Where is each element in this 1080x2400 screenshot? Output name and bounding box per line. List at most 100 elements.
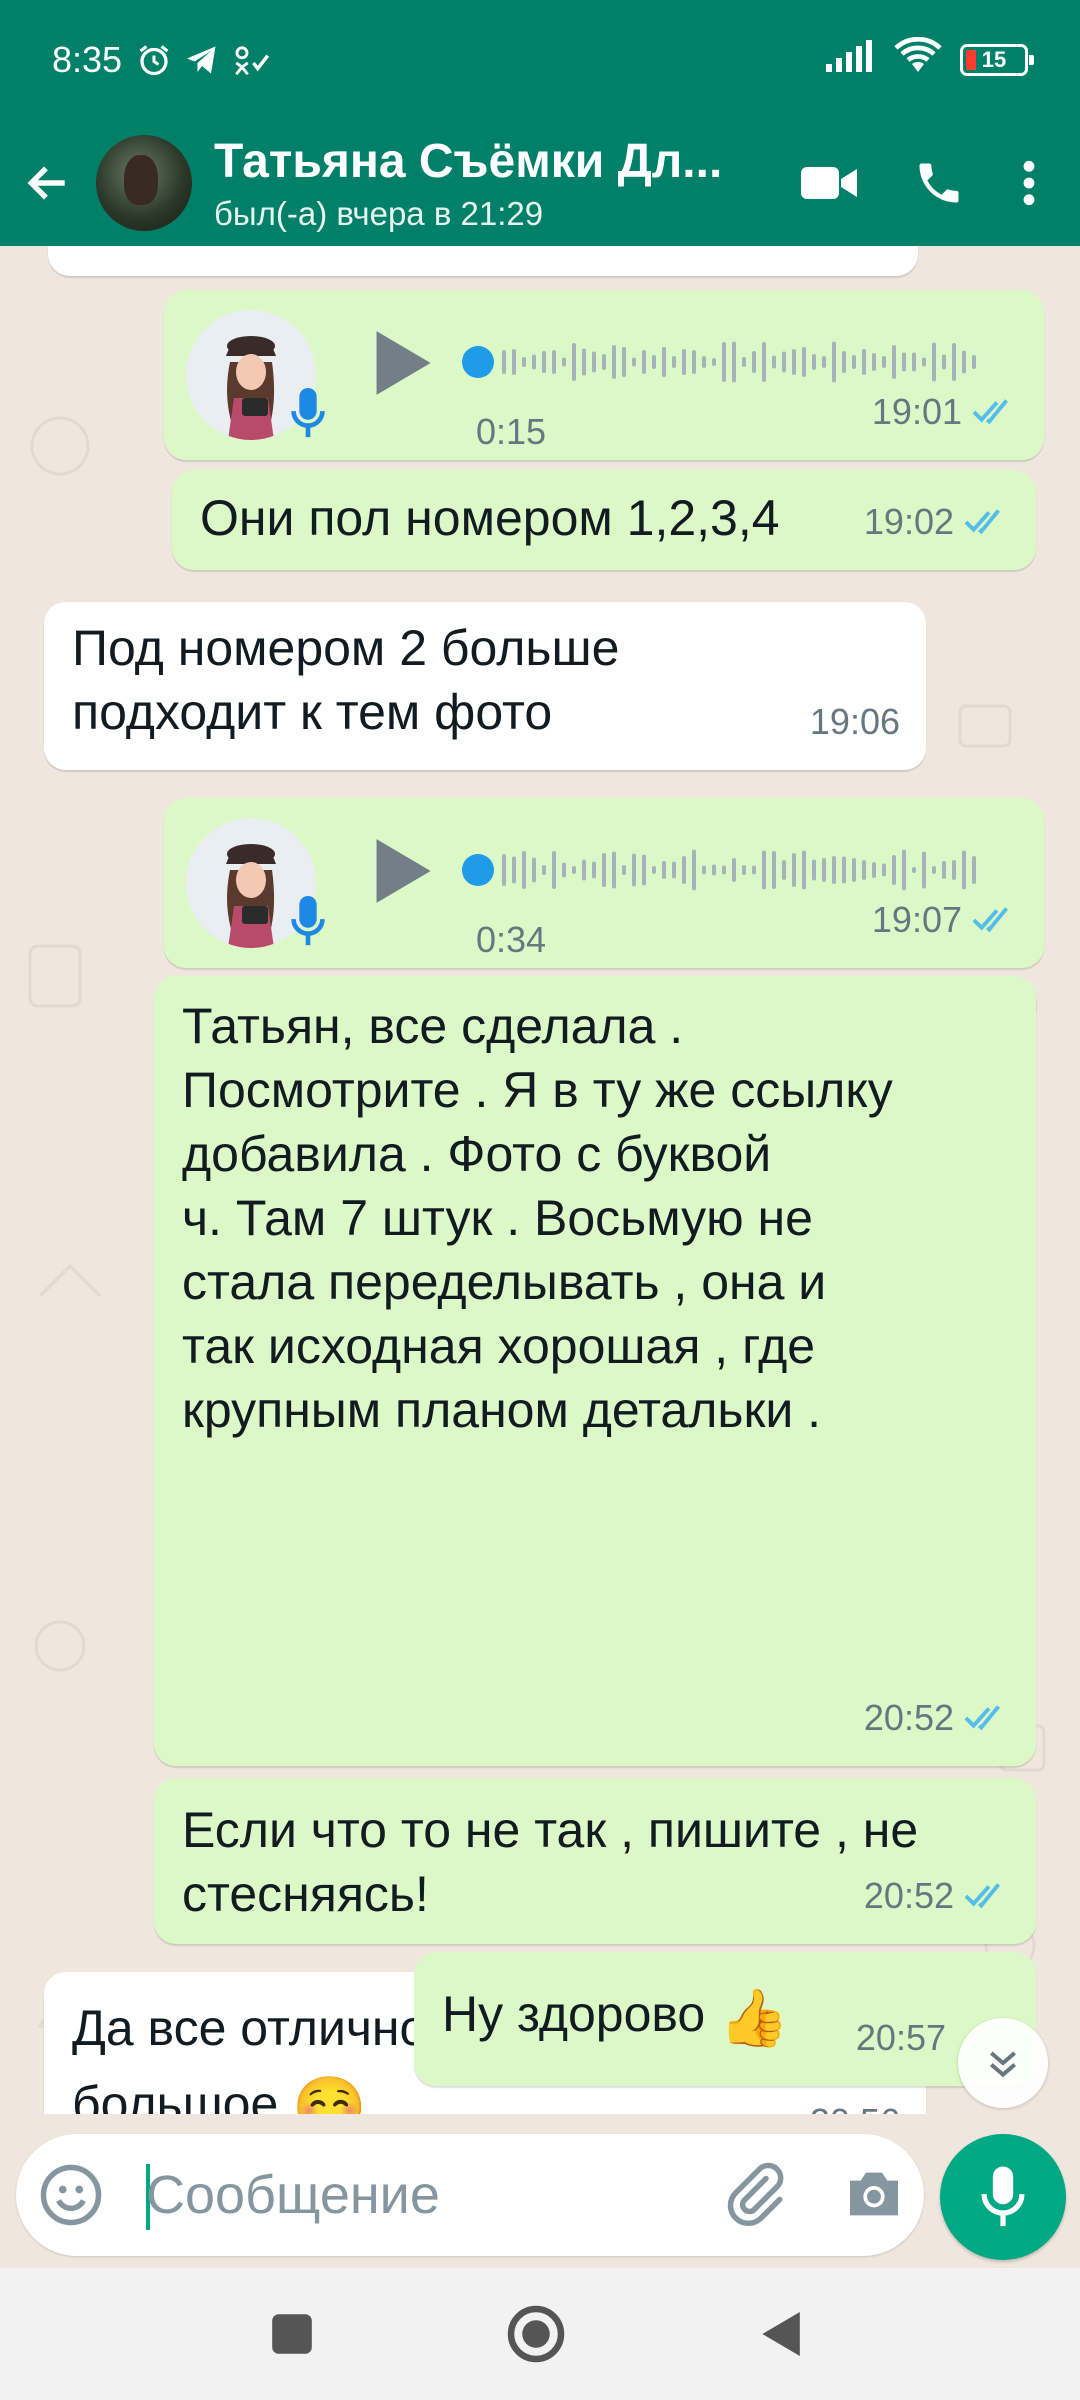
alarm-icon	[136, 42, 172, 78]
telegram-icon	[184, 42, 220, 78]
waveform-bar	[552, 350, 556, 374]
waveform-bar	[562, 357, 566, 367]
waveform-bar	[552, 851, 556, 889]
message-bubble-outgoing[interactable]: Они пол номером 1,2,3,4 19:02	[172, 470, 1036, 570]
waveform-bar	[912, 867, 916, 873]
last-seen: был(-а) вчера в 21:29	[214, 194, 544, 232]
waveform-bar	[522, 851, 526, 889]
voice-record-button[interactable]	[940, 2134, 1066, 2260]
waveform-bar	[512, 856, 516, 884]
waveform-bar	[622, 865, 626, 875]
home-circle-icon	[507, 2305, 565, 2363]
status-time: 8:35	[52, 39, 123, 80]
message-bubble-outgoing[interactable]: Если что то не так , пишите , не стесняя…	[154, 1778, 1036, 1944]
waveform-bar	[672, 861, 676, 879]
waveform-bar	[932, 866, 936, 874]
double-chevron-down-icon	[990, 2051, 1016, 2078]
microphone-icon	[981, 2166, 1025, 2227]
play-button[interactable]	[370, 836, 434, 921]
paperclip-icon	[727, 2162, 784, 2227]
waveform-bar	[842, 856, 846, 884]
message-time: 20:56	[810, 2090, 900, 2114]
waveform-bar	[542, 351, 546, 373]
waveform-bar	[532, 354, 536, 370]
waveform-bar	[712, 864, 716, 876]
waveform-bar	[792, 853, 796, 887]
waveform-bar	[822, 356, 826, 368]
waveform-bar	[642, 854, 646, 886]
message-bubble-outgoing[interactable]: Татьян, все сделала . Посмотрите . Я в т…	[154, 976, 1036, 1766]
voice-call-icon	[919, 163, 959, 203]
voice-call-button[interactable]	[884, 133, 994, 233]
waveform-bar	[622, 347, 626, 377]
waveform-bar	[532, 857, 536, 883]
waveform-bar	[762, 850, 766, 890]
attach-button[interactable]	[722, 2162, 788, 2233]
more-icon	[1023, 160, 1035, 206]
read-ticks-icon	[964, 1704, 1010, 1732]
waveform-bar	[882, 863, 886, 877]
emoji-button[interactable]	[38, 2162, 104, 2228]
waveform-bar	[512, 349, 516, 375]
waveform-bar	[782, 860, 786, 880]
waveform-bar	[762, 342, 766, 382]
waveform-bar	[712, 358, 716, 366]
voice-message[interactable]: 0:15 19:01	[164, 290, 1044, 460]
recents-button[interactable]	[256, 2298, 328, 2370]
contact-info[interactable]: Татьяна Съёмки Дл... был(-а) вчера в 21:…	[214, 134, 754, 233]
message-bubble-incoming[interactable]: Под номером 2 больше подходит к тем фото…	[44, 602, 926, 770]
waveform-bar	[602, 354, 606, 370]
back-nav-button[interactable]	[744, 2298, 816, 2370]
message-time: 19:06	[809, 701, 900, 742]
message-time: 19:01	[871, 391, 962, 432]
waveform-bar	[912, 352, 916, 372]
home-button[interactable]	[500, 2298, 572, 2370]
emoji: ☺️	[292, 2073, 367, 2114]
camera-button[interactable]	[842, 2162, 906, 2231]
waveform-bar	[972, 355, 976, 369]
message-time: 20:57	[855, 2017, 946, 2058]
triangle-back-icon	[762, 2312, 800, 2356]
message-input[interactable]: Сообщение	[146, 2164, 440, 2226]
message-meta: 20:57	[856, 2006, 946, 2070]
play-icon	[376, 331, 431, 395]
video-call-button[interactable]	[774, 133, 884, 233]
waveform-bar	[772, 851, 776, 889]
message-input-container[interactable]: Сообщение	[16, 2134, 924, 2256]
waveform-bar	[692, 849, 696, 891]
message-time: 19:02	[863, 501, 954, 542]
message-time: 20:52	[863, 1875, 954, 1916]
voice-message[interactable]: 0:34 19:07	[164, 798, 1044, 968]
waveform-bar	[822, 858, 826, 882]
more-options-button[interactable]	[994, 133, 1064, 233]
message-bubble-outgoing[interactable]: Ну здорово 👍 20:57	[414, 1952, 1036, 2086]
waveform-bar	[732, 858, 736, 882]
battery-icon: 15	[960, 44, 1034, 76]
back-button[interactable]	[0, 133, 96, 233]
message-text: Ну здорово	[442, 1986, 706, 2042]
scroll-to-bottom-button[interactable]	[958, 2018, 1048, 2108]
contact-avatar[interactable]	[96, 135, 192, 231]
waveform-bar	[732, 341, 736, 383]
play-button[interactable]	[370, 328, 434, 413]
message-meta: 19:06	[810, 690, 900, 754]
waveform-bar	[642, 350, 646, 374]
waveform-bar	[842, 351, 846, 373]
waveform-bar	[582, 859, 586, 881]
read-ticks-icon	[964, 1882, 1010, 1910]
waveform-bar	[692, 350, 696, 374]
play-icon	[376, 839, 431, 903]
emoji: 👍	[719, 1985, 789, 2049]
system-navigation-bar	[0, 2268, 1080, 2400]
waveform-bar	[752, 351, 756, 373]
waveform-bar	[702, 356, 706, 368]
message-time: 19:07	[871, 899, 962, 940]
waveform-bar	[862, 860, 866, 880]
chat-area[interactable]: 0:15 19:01 Они пол номером 1,2,3,4 19:02…	[0, 246, 1080, 2114]
back-arrow-icon	[27, 166, 65, 200]
waveform-bar	[772, 355, 776, 369]
message-meta: 19:02	[864, 490, 1010, 554]
waveform-bar	[572, 343, 576, 381]
waveform-bar	[862, 349, 866, 375]
waveform-bar	[502, 854, 506, 886]
